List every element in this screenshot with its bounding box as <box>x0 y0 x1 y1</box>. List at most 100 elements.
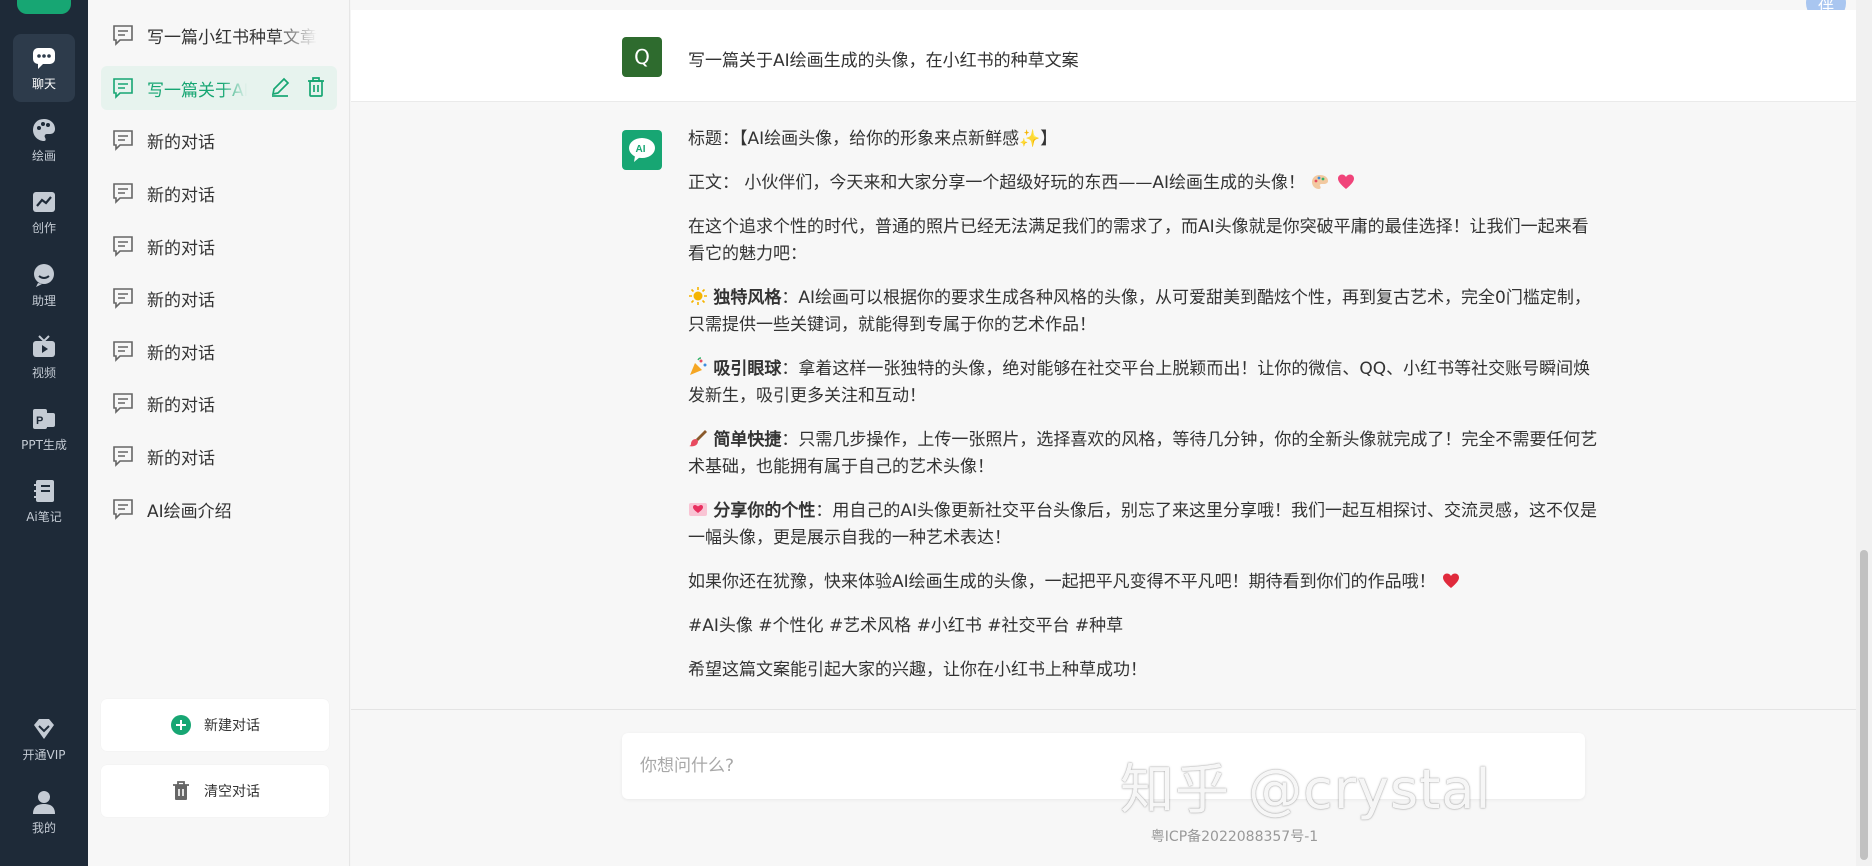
watermark: 知乎 @crystal <box>1120 758 1492 821</box>
user-message-row: Q 写一篇关于AI绘画生成的头像，在小红书的种草文案 <box>351 10 1856 102</box>
love-letter-icon <box>689 503 707 516</box>
answer-feature-3: 简单快捷：只需几步操作，上传一张照片，选择喜欢的风格，等待几分钟，你的全新头像就… <box>688 427 1603 481</box>
feature-title: 简单快捷 <box>713 430 782 450</box>
message-icon <box>113 446 133 467</box>
new-chat-button[interactable]: 新建对话 <box>101 699 329 751</box>
tv-icon <box>33 335 55 357</box>
trash-icon[interactable] <box>305 76 327 98</box>
feature-text: ：AI绘画可以根据你的要求生成各种风格的头像，从可爱甜美到酷炫个性，再到复古艺术… <box>688 288 1591 335</box>
answer-end-text: 如果你还在犹豫，快来体验AI绘画生成的头像，一起把平凡变得不平凡吧！期待看到你们… <box>688 572 1436 592</box>
trash-icon <box>173 781 189 800</box>
message-icon <box>113 78 133 99</box>
icp-link[interactable]: 粤ICP备2022088357号-1 <box>1151 826 1318 846</box>
nav-rail: 聊天 绘画 创作 助理 视频 P PPT生成 Ai笔记 开通VIP 我的 <box>0 0 88 866</box>
app-root: 聊天 绘画 创作 助理 视频 P PPT生成 Ai笔记 开通VIP 我的 写一篇… <box>0 0 1872 866</box>
nav-item-label: 助理 <box>31 294 56 308</box>
conversation-item[interactable]: 写一篇小红书种草文章 <box>101 13 337 57</box>
feature-text: ：用自己的AI头像更新社交平台头像后，别忘了来这里分享哦！我们一起互相探讨、交流… <box>688 501 1598 548</box>
conversation-title: 新的对话 <box>147 343 215 364</box>
nav-item-assistant[interactable]: 助理 <box>13 251 75 319</box>
conversation-item[interactable]: 新的对话 <box>101 434 337 478</box>
answer-feature-1: 独特风格：AI绘画可以根据你的要求生成各种风格的头像，从可爱甜美到酷炫个性，再到… <box>688 285 1603 339</box>
answer-feature-2: 吸引眼球：拿着这样一张独特的头像，绝对能够在社交平台上脱颖而出！让你的微信、QQ… <box>688 356 1603 410</box>
nav-item-label: 视频 <box>31 366 56 380</box>
nav-item-drawing[interactable]: 绘画 <box>13 106 75 174</box>
answer-paragraph-end: 如果你还在犹豫，快来体验AI绘画生成的头像，一起把平凡变得不平凡吧！期待看到你们… <box>688 569 1603 596</box>
red-heart-icon <box>1443 573 1460 588</box>
conversation-actions <box>269 76 327 98</box>
answer-paragraph: 在这个追求个性的时代，普通的照片已经无法满足我们的需求了，而AI头像就是你突破平… <box>688 217 1589 264</box>
ppt-icon: P <box>33 409 55 429</box>
ai-avatar: AI <box>622 130 662 170</box>
message-icon <box>113 236 133 257</box>
message-icon <box>113 25 133 46</box>
conversation-item[interactable]: 新的对话 <box>101 224 337 268</box>
ai-message-row: AI 标题：【AI绘画头像，给你的形象来点新鲜感✨】 正文： 小伙伴们，今天来和… <box>351 102 1856 710</box>
paintbrush-icon <box>689 430 707 447</box>
user-question-text: 写一篇关于AI绘画生成的头像，在小红书的种草文案 <box>688 51 1079 71</box>
conversation-title: 写一篇小红书种草文章 <box>147 27 317 48</box>
conversation-title: 新的对话 <box>147 238 215 259</box>
nav-item-vip[interactable]: 开通VIP <box>13 705 75 773</box>
plus-circle-icon <box>171 715 191 735</box>
scrollbar-thumb[interactable] <box>1860 550 1868 860</box>
assistant-face-icon <box>34 264 54 287</box>
nav-item-label: 开通VIP <box>22 748 66 762</box>
sparkling-heart-icon <box>1337 174 1354 189</box>
edit-pencil-icon[interactable] <box>269 76 291 98</box>
message-icon <box>113 341 133 362</box>
feature-title: 吸引眼球 <box>713 359 782 379</box>
nav-item-ai-notes[interactable]: Ai笔记 <box>13 467 75 535</box>
svg-text:P: P <box>36 415 43 427</box>
svg-text:AI: AI <box>636 144 646 155</box>
nav-item-mine[interactable]: 我的 <box>13 778 75 846</box>
palette-emoji-icon <box>1312 175 1329 189</box>
message-icon <box>113 183 133 204</box>
user-avatar: Q <box>622 37 662 77</box>
footer: 粤ICP备2022088357号-1 <box>351 826 1856 846</box>
conversation-item[interactable]: 新的对话 <box>101 381 337 425</box>
clear-chat-button[interactable]: 清空对话 <box>101 765 329 817</box>
answer-feature-4: 分享你的个性：用自己的AI头像更新社交平台头像后，别忘了来这里分享哦！我们一起互… <box>688 498 1603 552</box>
conversation-title: 写一篇关于AI绘画生成的头像 <box>147 80 247 101</box>
conversation-title: AI绘画介绍 <box>147 501 232 522</box>
new-chat-label: 新建对话 <box>204 718 260 734</box>
conversation-item[interactable]: 新的对话 <box>101 171 337 215</box>
sun-icon <box>689 287 707 305</box>
answer-hashtags: #AI头像 #个性化 #艺术风格 #小红书 #社交平台 #种草 <box>688 616 1124 636</box>
nav-item-label: 绘画 <box>31 149 56 163</box>
message-icon <box>113 288 133 309</box>
conversation-item[interactable]: 新的对话 <box>101 329 337 373</box>
chat-bubble-icon <box>33 48 55 69</box>
conversation-title: 新的对话 <box>147 395 215 416</box>
palette-icon <box>33 119 55 141</box>
feature-text: ：只需几步操作，上传一张照片，选择喜欢的风格，等待几分钟，你的全新头像就完成了！… <box>688 430 1598 477</box>
nav-item-label: 聊天 <box>31 77 56 91</box>
nav-item-ppt[interactable]: P PPT生成 <box>13 395 75 463</box>
message-icon <box>113 130 133 151</box>
clear-chat-label: 清空对话 <box>204 784 260 800</box>
answer-intro: 正文： 小伙伴们，今天来和大家分享一个超级好玩的东西——AI绘画生成的头像！ <box>688 170 1603 197</box>
nav-item-video[interactable]: 视频 <box>13 323 75 391</box>
nav-item-chat[interactable]: 聊天 <box>13 34 75 102</box>
conversation-title: 新的对话 <box>147 185 215 206</box>
ai-bubble-icon: AI <box>629 138 655 162</box>
feature-title: 分享你的个性 <box>713 501 816 521</box>
conversation-item[interactable]: 新的对话 <box>101 276 337 320</box>
diamond-icon <box>34 719 54 739</box>
conversation-item[interactable]: 新的对话 <box>101 118 337 162</box>
feature-title: 独特风格 <box>713 288 782 308</box>
user-icon <box>33 791 55 814</box>
app-logo[interactable] <box>17 0 71 14</box>
conversation-item[interactable]: AI绘画介绍 <box>101 487 337 531</box>
message-icon <box>113 499 133 520</box>
nav-item-create[interactable]: 创作 <box>13 178 75 246</box>
party-popper-icon <box>690 357 707 375</box>
nav-item-label: PPT生成 <box>21 438 67 452</box>
notebook-icon <box>34 480 54 502</box>
conversation-sidebar: 写一篇小红书种草文章 写一篇关于AI绘画生成的头像 新的对话 新的对话 新的对话… <box>88 0 350 866</box>
conversation-item-active[interactable]: 写一篇关于AI绘画生成的头像 <box>101 66 337 110</box>
answer-intro-text: 正文： 小伙伴们，今天来和大家分享一个超级好玩的东西——AI绘画生成的头像！ <box>688 173 1306 193</box>
conversation-title: 新的对话 <box>147 132 215 153</box>
nav-item-label: Ai笔记 <box>26 510 62 524</box>
